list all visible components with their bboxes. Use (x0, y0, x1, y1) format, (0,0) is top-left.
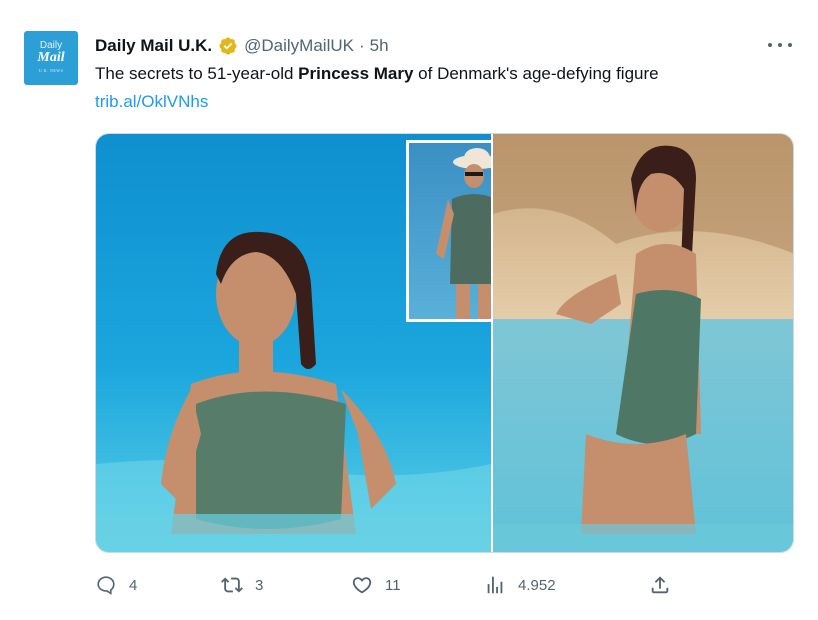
views-icon (487, 576, 503, 594)
reply-icon (97, 576, 115, 595)
share-icon (651, 576, 669, 594)
tweet-text-bold: Princess Mary (298, 64, 414, 83)
retweet-icon (221, 577, 243, 593)
like-icon (352, 577, 372, 594)
separator-dot: · (358, 36, 365, 55)
more-options-icon[interactable] (768, 36, 792, 54)
action-bar: 4 3 11 4.952 (95, 569, 695, 601)
reply-button[interactable]: 4 (95, 569, 137, 601)
like-button[interactable]: 11 (351, 569, 401, 601)
share-button[interactable] (649, 569, 671, 601)
author-name[interactable]: Daily Mail U.K. (95, 36, 212, 56)
author-handle[interactable]: @DailyMailUK (244, 36, 354, 56)
views-count: 4.952 (518, 576, 556, 594)
like-count: 11 (385, 576, 401, 594)
reply-count: 4 (129, 576, 138, 594)
avatar[interactable]: Daily Mail U.K. NEWS (24, 31, 78, 85)
tweet-header: Daily Mail U.K. @DailyMailUK · 5h (95, 35, 389, 57)
tweet-card[interactable]: Daily Mail U.K. NEWS Daily Mail U.K. @Da… (0, 0, 818, 620)
avatar-line-2: Mail (37, 50, 65, 65)
views-button[interactable]: 4.952 (484, 569, 556, 601)
timestamp[interactable]: 5h (370, 36, 389, 56)
verified-badge-icon[interactable] (218, 36, 238, 56)
tweet-text: The secrets to 51-year-old Princess Mary… (95, 64, 659, 84)
retweet-count: 3 (255, 576, 264, 594)
avatar-line-3: U.K. NEWS (38, 68, 64, 73)
tweet-media-image[interactable] (95, 133, 794, 553)
tweet-text-before: The secrets to 51-year-old (95, 64, 299, 83)
tweet-text-after: of Denmark's age-defying figure (413, 64, 659, 83)
retweet-button[interactable]: 3 (221, 569, 263, 601)
tweet-link[interactable]: trib.al/OklVNhs (95, 92, 208, 112)
